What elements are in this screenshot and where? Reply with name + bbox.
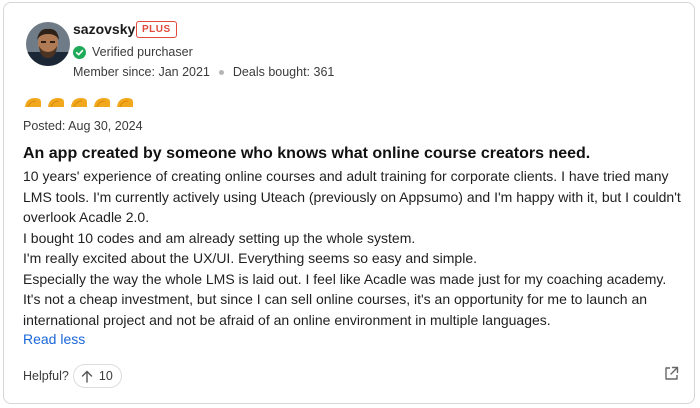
member-info: Member since: Jan 2021 Deals bought: 361 xyxy=(73,64,334,80)
posted-date: Posted: Aug 30, 2024 xyxy=(23,119,143,133)
review-paragraph: I bought 10 codes and am already setting… xyxy=(23,229,416,246)
review-paragraph: Especially the way the whole LMS is laid… xyxy=(23,270,667,287)
review-paragraph: It's not a cheap investment, but since I… xyxy=(23,291,648,328)
read-less-link[interactable]: Read less xyxy=(23,330,85,348)
member-since: Member since: Jan 2021 xyxy=(73,65,210,79)
review-title: An app created by someone who knows what… xyxy=(23,145,591,162)
rating xyxy=(24,95,134,108)
taco-icon xyxy=(93,95,111,108)
verified-label: Verified purchaser xyxy=(92,45,193,59)
avatar[interactable] xyxy=(26,22,70,66)
review-body: 10 years' experience of creating online … xyxy=(23,166,683,330)
deals-bought: Deals bought: 361 xyxy=(232,65,335,79)
plus-badge: PLUS xyxy=(136,21,177,38)
taco-icon xyxy=(24,95,42,108)
helpful-label: Helpful? xyxy=(23,369,69,383)
upvote-button[interactable]: 10 xyxy=(72,364,122,388)
review-paragraph: 10 years' experience of creating online … xyxy=(23,168,681,225)
check-circle-icon xyxy=(73,45,86,59)
taco-icon xyxy=(70,95,88,108)
helpful-section: Helpful? 10 xyxy=(23,364,122,388)
upvote-count: 10 xyxy=(98,369,113,383)
taco-icon xyxy=(116,95,134,108)
review-paragraph: I'm really excited about the UX/UI. Ever… xyxy=(23,250,477,266)
review-card: sazovsky PLUS Verified purchaser Member … xyxy=(3,2,695,404)
arrow-up-icon xyxy=(81,370,93,383)
username[interactable]: sazovsky xyxy=(73,20,135,38)
verified-purchaser: Verified purchaser xyxy=(73,43,193,61)
taco-icon xyxy=(47,95,65,108)
external-link-icon[interactable] xyxy=(664,366,679,381)
separator-dot xyxy=(218,69,224,75)
